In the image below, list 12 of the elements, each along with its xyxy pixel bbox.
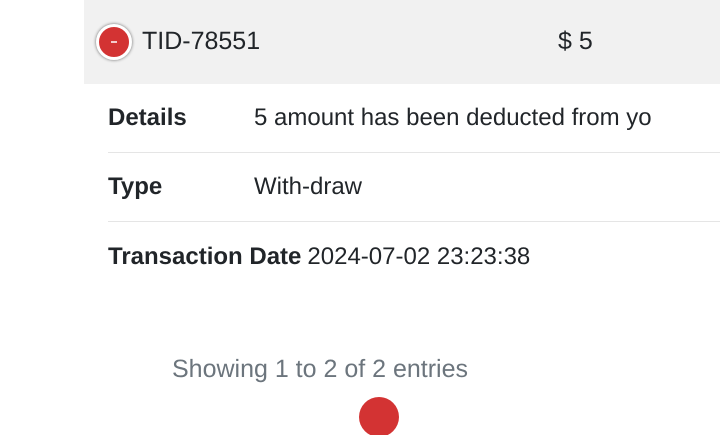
pagination-button[interactable] [359,396,399,435]
detail-label: Type [108,172,164,202]
detail-label: Details [108,103,188,133]
table-row[interactable]: TID-78551 $ 5 [84,0,720,84]
detail-value: 5 amount has been deducted from yo [254,103,652,133]
transaction-id: TID-78551 [142,26,262,58]
amount: $ 5 [558,26,593,58]
collapse-button[interactable] [96,24,132,60]
detail-label: Transaction Date [108,242,302,272]
entries-info: Showing 1 to 2 of 2 entries [172,354,468,385]
detail-value: 2024-07-02 23:23:38 [307,242,530,272]
detail-value: With-draw [254,172,362,202]
